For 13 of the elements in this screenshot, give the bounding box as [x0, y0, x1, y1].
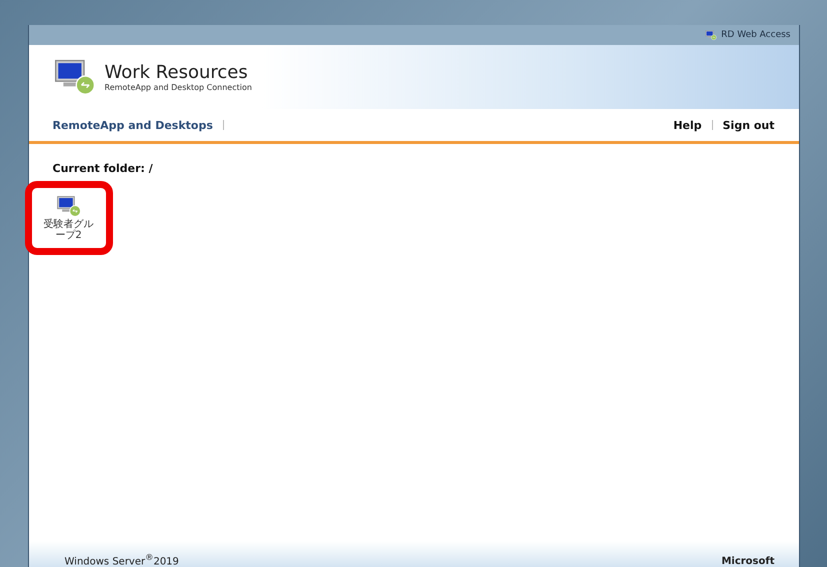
- nav-link[interactable]: Help: [673, 118, 702, 132]
- page-title: Work Resources: [104, 62, 249, 83]
- page-subtitle: RemoteApp and Desktop Connection: [104, 83, 252, 92]
- footer-brand: Microsoft: [721, 556, 774, 567]
- nav-link[interactable]: RemoteApp and Desktops: [52, 118, 213, 132]
- nav-link[interactable]: Sign out: [722, 118, 774, 132]
- computer-icon: [705, 30, 718, 40]
- computer-icon: [52, 58, 96, 96]
- footer-product: Windows Server$^{®}$2019: [64, 552, 179, 567]
- top-bar-title: RD Web Access: [721, 30, 790, 40]
- computer-icon: [56, 195, 82, 218]
- current-folder-label: Current folder: /: [52, 162, 154, 175]
- desktop-resource[interactable]: 受験者グループ2: [34, 191, 102, 246]
